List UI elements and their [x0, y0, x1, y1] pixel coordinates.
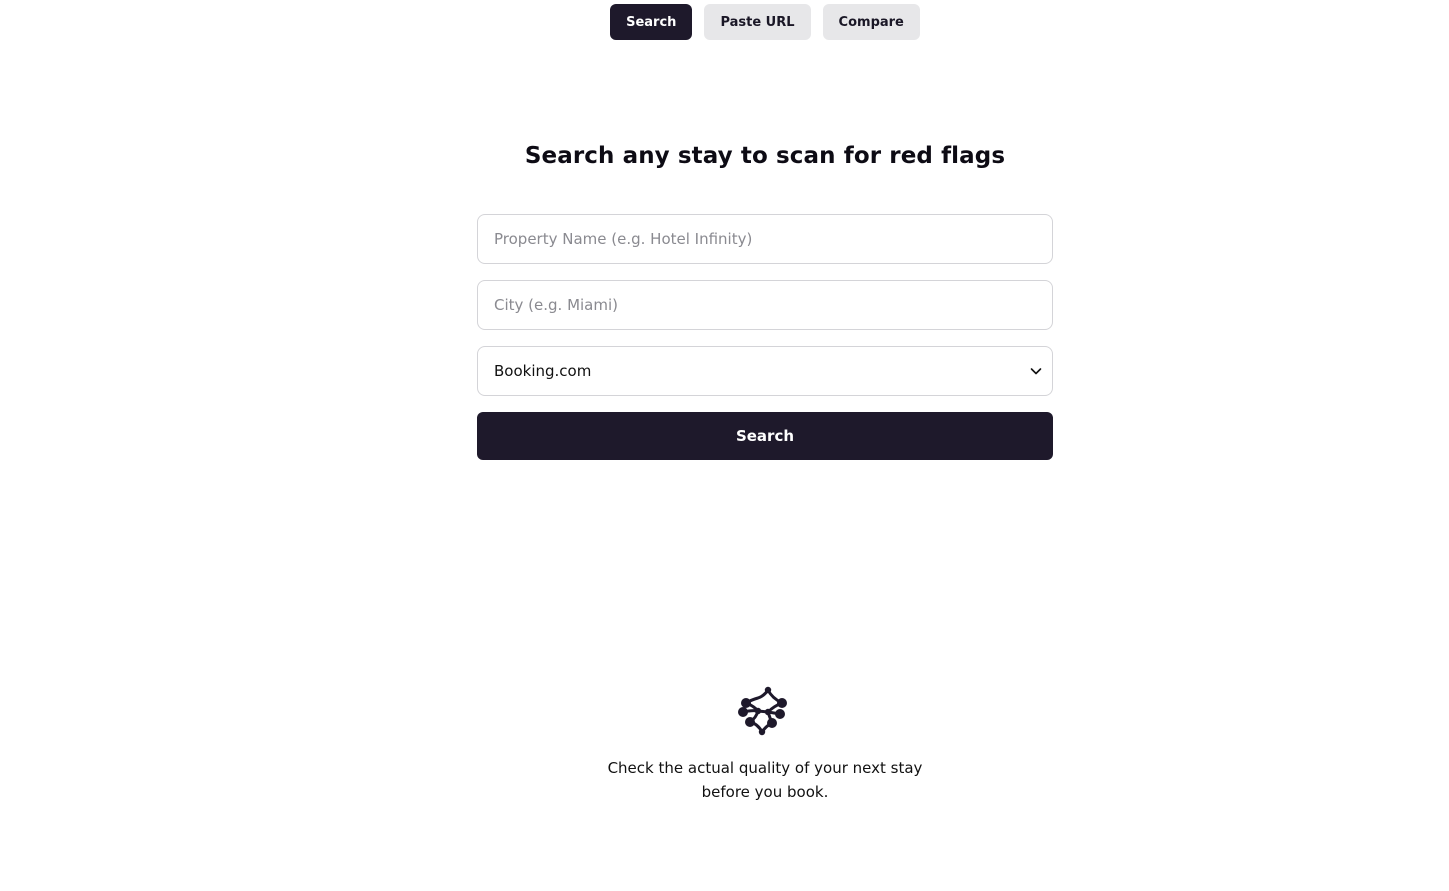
tagline-line-1: Check the actual quality of your next st…: [607, 759, 923, 777]
molecule-logo-icon: [738, 686, 787, 736]
mode-tabs: Search Paste URL Compare: [0, 4, 1449, 40]
platform-select[interactable]: Booking.com: [477, 346, 1053, 396]
tab-paste-url[interactable]: Paste URL: [704, 4, 811, 40]
tagline-line-2: before you book.: [701, 783, 829, 801]
property-name-input[interactable]: [477, 214, 1053, 264]
city-input[interactable]: [477, 280, 1053, 330]
tab-search[interactable]: Search: [610, 4, 693, 40]
tab-compare[interactable]: Compare: [822, 4, 920, 40]
page: Search Paste URL Compare Search any stay…: [0, 0, 1449, 891]
platform-select-value[interactable]: Booking.com: [477, 346, 1053, 396]
search-submit-button[interactable]: Search: [477, 412, 1053, 460]
chevron-down-icon: [1030, 368, 1042, 375]
page-title: Search any stay to scan for red flags: [524, 143, 1006, 169]
tagline: Check the actual quality of your next st…: [577, 756, 953, 804]
search-form: Booking.com Search: [477, 214, 1053, 460]
